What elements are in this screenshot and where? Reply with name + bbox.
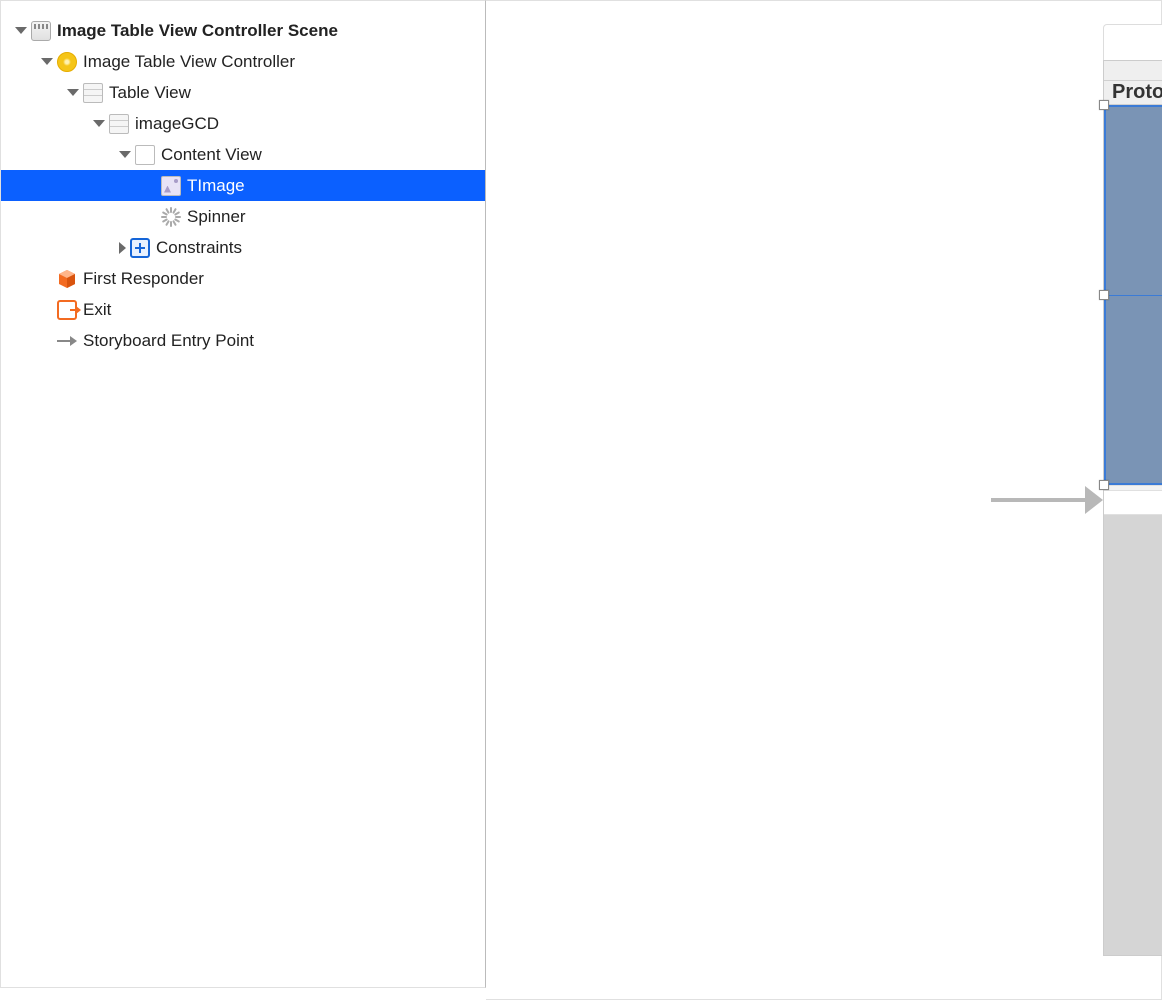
disclosure-spacer	[41, 273, 53, 285]
resize-handle-bl[interactable]	[1099, 480, 1109, 490]
exit-icon	[57, 300, 77, 320]
outline-row-scene[interactable]: Image Table View Controller Scene	[1, 15, 485, 46]
outline-row-cell[interactable]: imageGCD	[1, 108, 485, 139]
outline-label-scene: Image Table View Controller Scene	[57, 21, 338, 41]
outline-label-exit: Exit	[83, 300, 111, 320]
section-gap	[1104, 491, 1162, 515]
constraints-icon	[130, 238, 150, 258]
outline-row-spinner[interactable]: Spinner	[1, 201, 485, 232]
outline-label-vc: Image Table View Controller	[83, 52, 295, 72]
disclosure-spacer	[41, 335, 53, 347]
status-bar	[1104, 61, 1162, 81]
document-outline-panel[interactable]: Image Table View Controller Scene Image …	[0, 0, 486, 988]
outline-row-timage[interactable]: TImage	[1, 170, 485, 201]
first-responder-icon	[57, 269, 77, 289]
outline-label-tableview: Table View	[109, 83, 191, 103]
outline-label-spinner: Spinner	[187, 207, 246, 227]
disclosure-triangle-icon[interactable]	[41, 58, 53, 65]
outline-label-timage: TImage	[187, 176, 245, 196]
outline-label-contentview: Content View	[161, 145, 262, 165]
uiimageview[interactable]	[1104, 105, 1162, 485]
disclosure-spacer	[41, 304, 53, 316]
prototype-cell[interactable]: UIImageView	[1104, 105, 1162, 485]
outline-label-first-responder: First Responder	[83, 269, 204, 289]
scene-dock[interactable]	[1103, 24, 1162, 60]
outline-row-constraints[interactable]: Constraints	[1, 232, 485, 263]
tablecell-icon	[109, 114, 129, 134]
disclosure-triangle-icon[interactable]	[15, 27, 27, 34]
outline-row-tableview[interactable]: Table View	[1, 77, 485, 108]
imageview-icon	[161, 176, 181, 196]
outline-row-viewcontroller[interactable]: Image Table View Controller	[1, 46, 485, 77]
outline-label-entry: Storyboard Entry Point	[83, 331, 254, 351]
viewcontroller-icon	[57, 52, 77, 72]
disclosure-triangle-icon[interactable]	[119, 151, 131, 158]
resize-handle-l[interactable]	[1099, 290, 1109, 300]
outline-label-constraints: Constraints	[156, 238, 242, 258]
device-frame: Prototype Cells UI	[1103, 60, 1162, 956]
resize-handle-tl[interactable]	[1099, 100, 1109, 110]
outline-row-exit[interactable]: Exit	[1, 294, 485, 325]
disclosure-spacer	[145, 180, 157, 192]
activity-indicator-icon	[161, 207, 181, 227]
disclosure-spacer	[145, 211, 157, 223]
scene-canvas-object[interactable]: Prototype Cells UI	[1103, 24, 1162, 956]
view-icon	[135, 145, 155, 165]
storyboard-entry-arrow-icon[interactable]	[991, 486, 1103, 514]
entry-point-arrow-icon	[57, 331, 77, 351]
prototype-cells-header: Prototype Cells	[1104, 81, 1162, 105]
disclosure-triangle-icon[interactable]	[67, 89, 79, 96]
outline-row-first-responder[interactable]: First Responder	[1, 263, 485, 294]
tableview-placeholder[interactable]: Table View Prototype Content	[1104, 515, 1162, 955]
prototype-cells-label: Prototype Cells	[1112, 81, 1162, 104]
tableview-icon	[83, 83, 103, 103]
disclosure-triangle-icon[interactable]	[119, 242, 126, 254]
outline-row-entry-point[interactable]: Storyboard Entry Point	[1, 325, 485, 356]
disclosure-triangle-icon[interactable]	[93, 120, 105, 127]
outline-row-contentview[interactable]: Content View	[1, 139, 485, 170]
storyboard-canvas[interactable]: Prototype Cells UI	[486, 0, 1162, 1000]
outline-label-cell: imageGCD	[135, 114, 219, 134]
scene-icon	[31, 21, 51, 41]
